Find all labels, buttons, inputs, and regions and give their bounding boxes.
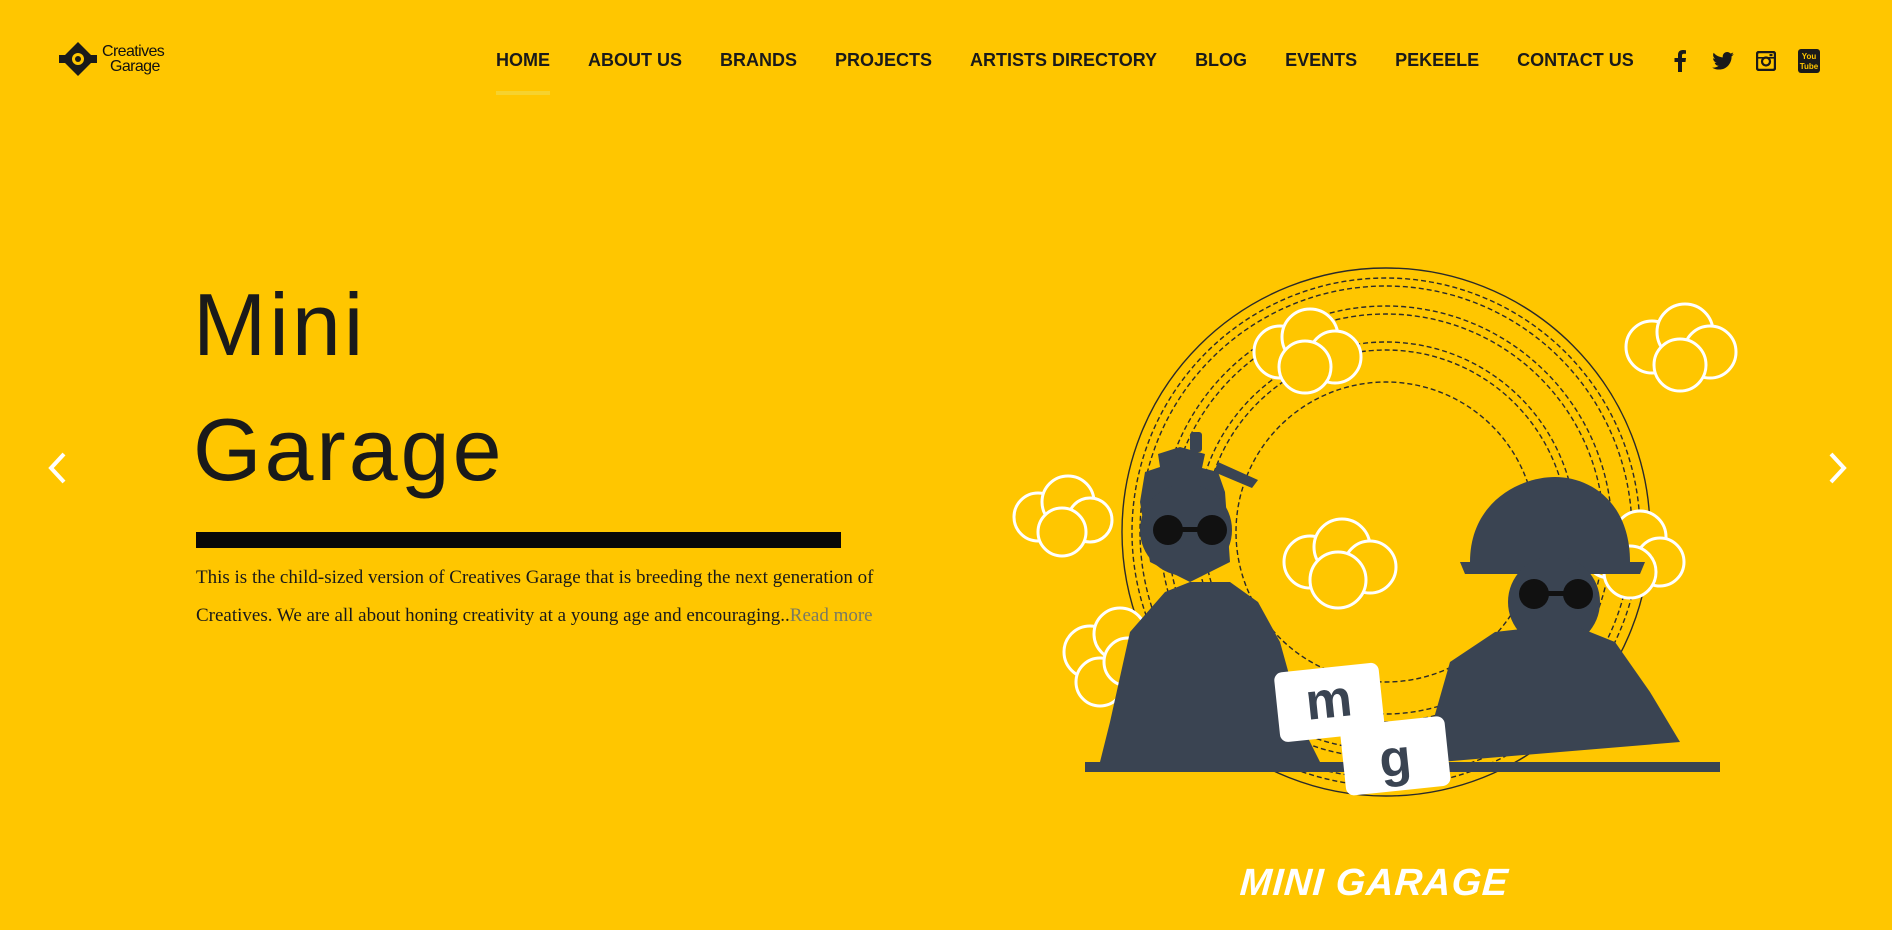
- facebook-icon[interactable]: [1668, 49, 1692, 73]
- logo[interactable]: Creatives Garage: [57, 36, 175, 82]
- artwork-caption: MINI GARAGE: [1238, 862, 1511, 904]
- mg-badge: m g: [1274, 662, 1451, 796]
- slider-prev-arrow[interactable]: [42, 448, 72, 488]
- nav-item-projects[interactable]: PROJECTS: [835, 48, 932, 72]
- chevron-left-icon: [48, 452, 66, 484]
- svg-text:Tube: Tube: [1800, 62, 1819, 71]
- read-more-link[interactable]: Read more: [790, 605, 873, 626]
- mini-garage-artwork: m g: [1012, 267, 1738, 797]
- hero-description: This is the child-sized version of Creat…: [196, 559, 876, 635]
- hero-description-text: This is the child-sized version of Creat…: [196, 567, 874, 626]
- creatives-garage-logo-icon: [59, 42, 97, 76]
- slider-next-arrow[interactable]: [1823, 448, 1853, 488]
- nav-item-pekeele[interactable]: PEKEELE: [1395, 48, 1479, 72]
- nav-item-about-us[interactable]: ABOUT US: [588, 48, 682, 72]
- twitter-icon[interactable]: [1711, 49, 1735, 73]
- nav-item-home[interactable]: HOME: [496, 48, 550, 95]
- social-links: You Tube: [1668, 49, 1821, 73]
- instagram-icon[interactable]: [1754, 49, 1778, 73]
- nav-item-blog[interactable]: BLOG: [1195, 48, 1247, 72]
- svg-text:You: You: [1802, 52, 1817, 61]
- cloud-icon: [1282, 517, 1398, 610]
- brand-name-line1: Creatives: [102, 43, 165, 60]
- nav-item-brands[interactable]: BRANDS: [720, 48, 797, 72]
- nav-item-artists-directory[interactable]: ARTISTS DIRECTORY: [970, 48, 1157, 72]
- brand-name: Creatives Garage: [102, 43, 165, 75]
- nav-item-events[interactable]: EVENTS: [1285, 48, 1357, 72]
- hero-title-line1: Mini: [193, 275, 367, 374]
- svg-text:g: g: [1376, 728, 1414, 789]
- youtube-icon[interactable]: You Tube: [1797, 49, 1821, 73]
- cloud-icon: [1252, 307, 1363, 395]
- main-nav: HOME ABOUT US BRANDS PROJECTS ARTISTS DI…: [496, 48, 1634, 95]
- cloud-icon: [1624, 302, 1738, 393]
- hero-title: Mini Garage: [193, 262, 505, 512]
- brand-name-line2: Garage: [110, 58, 160, 75]
- chevron-right-icon: [1829, 452, 1847, 484]
- hero-divider-bar: [196, 532, 841, 548]
- hero-title-line2: Garage: [193, 400, 505, 499]
- cloud-icon: [1012, 474, 1114, 558]
- nav-item-contact-us[interactable]: CONTACT US: [1517, 48, 1634, 72]
- svg-text:m: m: [1303, 669, 1355, 732]
